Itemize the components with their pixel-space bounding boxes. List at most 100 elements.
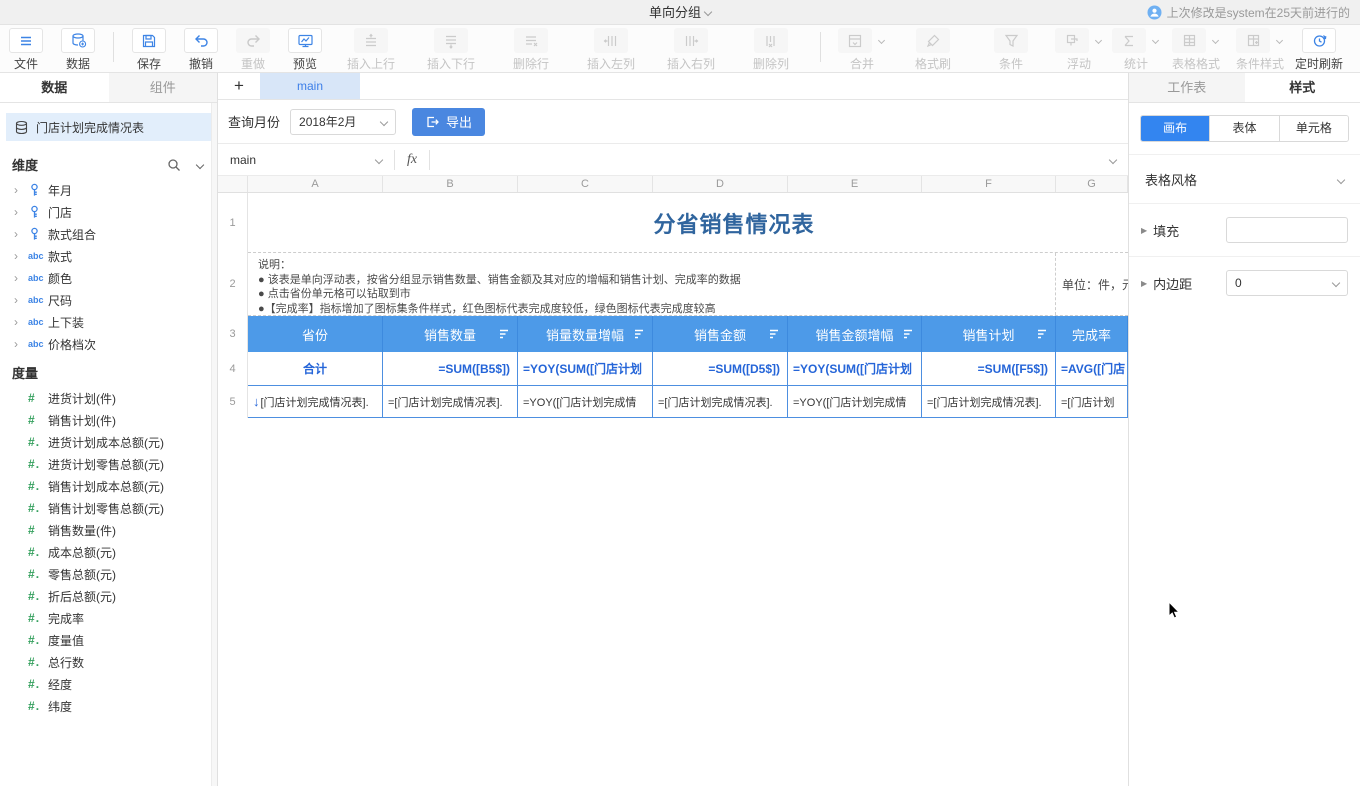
data-cell[interactable]: =YOY([门店计划完成情 — [518, 386, 653, 417]
measure-item[interactable]: #销售数量(件) — [0, 519, 217, 541]
dimension-item[interactable]: › 年月 — [0, 179, 217, 201]
total-cell[interactable]: =YOY(SUM([门店计划 — [518, 352, 653, 385]
measure-item[interactable]: #.经度 — [0, 673, 217, 695]
unit-note-cell[interactable]: 单位：件，元 — [1056, 253, 1128, 315]
expander-icon[interactable]: › — [14, 206, 28, 218]
measure-item[interactable]: #.纬度 — [0, 695, 217, 717]
column-header[interactable]: G — [1056, 176, 1128, 192]
column-header[interactable]: B — [383, 176, 518, 192]
expander-icon[interactable]: › — [14, 316, 28, 328]
file-button[interactable]: 文件 — [0, 28, 52, 72]
header-cell[interactable]: 销售金额 — [653, 316, 788, 352]
expander-icon[interactable]: › — [14, 250, 28, 262]
data-cell[interactable]: =[门店计划完成情况表]. — [922, 386, 1056, 417]
column-header[interactable]: C — [518, 176, 653, 192]
total-cell[interactable]: =YOY(SUM([门店计划 — [788, 352, 922, 385]
measure-item[interactable]: #.进货计划成本总额(元) — [0, 431, 217, 453]
sheet-tab-main[interactable]: main — [260, 73, 360, 99]
column-header[interactable]: F — [922, 176, 1056, 192]
measure-item[interactable]: #.总行数 — [0, 651, 217, 673]
dimension-item[interactable]: › abc 颜色 — [0, 267, 217, 289]
tab-style[interactable]: 样式 — [1245, 73, 1360, 102]
column-header[interactable]: E — [788, 176, 922, 192]
row-number[interactable]: 4 — [218, 352, 247, 386]
formula-bar-expand-chevron[interactable] — [1109, 155, 1117, 163]
datasource-item[interactable]: 门店计划完成情况表 — [6, 113, 211, 141]
chevron-down-icon[interactable] — [196, 160, 204, 168]
data-button[interactable]: 数据 — [52, 28, 104, 72]
data-cell[interactable]: =[门店计划完成情况表]. — [383, 386, 518, 417]
sidebar-scrollbar[interactable] — [211, 103, 217, 786]
insert-col-left-button[interactable]: 插入左列 — [571, 28, 651, 72]
preview-button[interactable]: 预览 — [279, 28, 331, 72]
dimension-item[interactable]: › abc 价格档次 — [0, 333, 217, 355]
float-button[interactable]: 浮动 — [1050, 28, 1108, 72]
total-cell[interactable]: =AVG([门店 — [1056, 352, 1128, 385]
expander-icon[interactable]: › — [14, 338, 28, 350]
delete-col-button[interactable]: 删除列 — [731, 28, 811, 72]
data-cell[interactable]: =YOY([门店计划完成情 — [788, 386, 922, 417]
dimension-item[interactable]: › 门店 — [0, 201, 217, 223]
float-dropdown[interactable] — [1089, 28, 1103, 53]
stats-button[interactable]: 统计 — [1108, 28, 1164, 72]
table-format-button[interactable]: 表格格式 — [1164, 28, 1228, 72]
row-number[interactable]: 2 — [218, 252, 247, 316]
tab-data[interactable]: 数据 — [0, 73, 109, 102]
search-icon[interactable] — [167, 158, 181, 172]
tab-components[interactable]: 组件 — [109, 73, 218, 102]
insert-row-below-button[interactable]: 插入下行 — [411, 28, 491, 72]
total-cell[interactable]: =SUM([B5$]) — [383, 352, 518, 385]
timed-refresh-button[interactable]: 定时刷新 — [1292, 28, 1346, 72]
dimension-item[interactable]: › abc 尺码 — [0, 289, 217, 311]
export-button[interactable]: 导出 — [412, 108, 485, 136]
segment-cell[interactable]: 单元格 — [1279, 116, 1348, 141]
measure-item[interactable]: #.进货计划零售总额(元) — [0, 453, 217, 475]
measure-item[interactable]: #.度量值 — [0, 629, 217, 651]
format-painter-button[interactable]: 格式刷 — [894, 28, 972, 72]
dimension-item[interactable]: › 款式组合 — [0, 223, 217, 245]
grid-corner[interactable] — [218, 176, 248, 192]
merge-button[interactable]: 合并 — [830, 28, 894, 72]
table-format-dropdown[interactable] — [1206, 28, 1220, 53]
measure-item[interactable]: #.折后总额(元) — [0, 585, 217, 607]
insert-col-right-button[interactable]: 插入右列 — [651, 28, 731, 72]
sort-bars-icon[interactable] — [498, 328, 510, 340]
cell-ref-dropdown[interactable]: main — [218, 153, 394, 167]
header-cell[interactable]: 省份 — [248, 316, 383, 352]
header-cell[interactable]: 完成率 — [1056, 316, 1128, 352]
fill-color-input[interactable] — [1226, 217, 1348, 243]
sort-bars-icon[interactable] — [902, 328, 914, 340]
undo-button[interactable]: 撤销 — [175, 28, 227, 72]
row-number[interactable]: 3 — [218, 316, 247, 352]
measure-item[interactable]: #.销售计划零售总额(元) — [0, 497, 217, 519]
condition-button[interactable]: 条件 — [972, 28, 1050, 72]
expander-icon[interactable]: › — [14, 272, 28, 284]
merge-dropdown[interactable] — [872, 28, 886, 53]
column-header[interactable]: A — [248, 176, 383, 192]
dimension-item[interactable]: › abc 款式 — [0, 245, 217, 267]
header-cell[interactable]: 销量数量增幅 — [518, 316, 653, 352]
expander-icon[interactable]: › — [14, 294, 28, 306]
caret-right-icon[interactable]: ▶ — [1141, 279, 1147, 288]
measure-item[interactable]: #.完成率 — [0, 607, 217, 629]
notes-row[interactable]: 说明： ● 该表是单向浮动表，按省分组显示销售数量、销售金额及其对应的增幅和销售… — [248, 252, 1128, 316]
expander-icon[interactable]: › — [14, 184, 28, 196]
measure-item[interactable]: #.销售计划成本总额(元) — [0, 475, 217, 497]
measure-item[interactable]: #销售计划(件) — [0, 409, 217, 431]
column-header[interactable]: D — [653, 176, 788, 192]
segment-table-body[interactable]: 表体 — [1209, 116, 1278, 141]
row-number[interactable]: 5 — [218, 386, 247, 418]
title-row[interactable]: 分省销售情况表 — [248, 193, 1128, 252]
dimension-item[interactable]: › abc 上下装 — [0, 311, 217, 333]
stats-dropdown[interactable] — [1146, 28, 1160, 53]
query-month-select[interactable]: 2018年2月 — [290, 109, 396, 135]
notes-cell[interactable]: 说明： ● 该表是单向浮动表，按省分组显示销售数量、销售金额及其对应的增幅和销售… — [248, 253, 1056, 315]
data-cell[interactable]: =[门店计划 — [1056, 386, 1128, 417]
condition-style-button[interactable]: 条件样式 — [1228, 28, 1292, 72]
total-cell[interactable]: =SUM([D5$]) — [653, 352, 788, 385]
add-sheet-button[interactable]: + — [218, 73, 260, 99]
caret-right-icon[interactable]: ▶ — [1141, 226, 1147, 235]
redo-button[interactable]: 重做 — [227, 28, 279, 72]
tab-worksheet[interactable]: 工作表 — [1129, 73, 1245, 102]
data-cell[interactable]: ↓[门店计划完成情况表]. — [248, 386, 383, 417]
